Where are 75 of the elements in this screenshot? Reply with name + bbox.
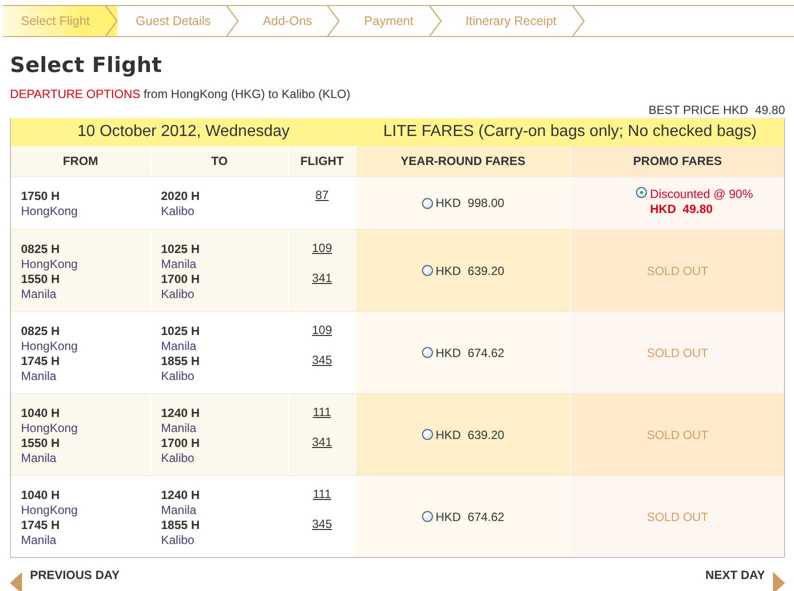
arrival-time: 2020 H [161,189,201,204]
arrival-time: 1855 H [161,518,201,533]
departure-city: HongKong [21,257,79,272]
route-text: DEPARTURE OPTIONS from HongKong (HKG) to Kalibo (KLO) [10,87,352,101]
flight-link[interactable]: 345 [312,517,332,531]
departure-time: 1550 H [21,436,61,451]
arrival-city: Manila [161,503,198,518]
departure-time: 1750 H [21,189,61,204]
departure-city: HongKong [21,421,79,436]
departure-city: Manila [21,369,58,384]
fare-heading: LITE FARES (Carry-on bags only; No checked bags) [382,123,758,141]
sold-out-label: SOLD OUT [646,510,708,524]
arrival-city: Kalibo [161,451,196,466]
departure-time: 1745 H [21,518,61,533]
arrival-time: 1700 H [161,436,201,451]
right-triangle-icon [773,572,785,591]
fare-radio[interactable] [636,187,647,198]
departure-city: HongKong [21,204,79,219]
date-heading: 10 October 2012, Wednesday [76,123,291,141]
fare-price: HKD 674.62 [436,346,504,360]
best-price: BEST PRICE HKD 49.80 [648,103,785,117]
flight-link[interactable]: 111 [312,405,332,419]
promo-price: HKD 49.80 [650,202,714,217]
fare-radio[interactable] [422,265,433,276]
column-header: PROMO FARES [571,146,784,176]
page-title: Select Flight [10,53,163,77]
arrival-city: Manila [161,421,198,436]
fare-radio[interactable] [422,198,433,208]
arrival-time: 1025 H [161,324,201,339]
column-header: TO [151,146,289,176]
departure-city: Manila [21,287,58,302]
arrival-time: 1700 H [161,272,201,287]
flight-link[interactable]: 87 [315,188,329,202]
departure-time: 1550 H [21,272,61,287]
flight-link[interactable]: 341 [312,271,332,285]
fare-price: HKD 639.20 [436,264,504,278]
left-triangle-icon [10,572,22,591]
fare-radio[interactable] [422,429,433,440]
fare-radio[interactable] [422,511,433,522]
departure-city: Manila [21,451,58,466]
arrival-city: Kalibo [161,204,196,219]
sold-out-label: SOLD OUT [646,428,708,442]
discount-label: Discounted @ 90% [650,187,753,202]
arrival-city: Kalibo [161,369,196,384]
next-day-link[interactable]: NEXT DAY [705,568,785,591]
departure-time: 1040 H [21,488,61,503]
departure-city: Manila [21,533,58,548]
sold-out-label: SOLD OUT [646,264,708,278]
fare-radio[interactable] [422,347,433,358]
fare-price: HKD 674.62 [436,510,504,524]
flight-link[interactable]: 111 [312,487,332,501]
arrival-time: 1855 H [161,354,201,369]
arrival-time: 1025 H [161,242,201,257]
arrival-time: 1240 H [161,488,201,503]
fare-price: HKD 998.00 [436,196,504,210]
arrival-city: Manila [161,257,198,272]
arrival-city: Kalibo [161,287,196,302]
departure-city: HongKong [21,503,79,518]
arrival-city: Manila [161,339,198,354]
departure-time: 0825 H [21,242,61,257]
sold-out-label: SOLD OUT [646,346,708,360]
departure-time: 1040 H [21,406,61,421]
departure-time: 1745 H [21,354,61,369]
arrival-city: Kalibo [161,533,196,548]
flight-link[interactable]: 341 [312,435,332,449]
flight-link[interactable]: 109 [312,241,332,255]
fare-price: HKD 639.20 [436,428,504,442]
departure-time: 0825 H [21,324,61,339]
arrival-time: 1240 H [161,406,201,421]
flight-link[interactable]: 109 [312,323,332,337]
previous-day-link[interactable]: PREVIOUS DAY [10,568,120,591]
flight-link[interactable]: 345 [312,353,332,367]
column-header: FROM [11,146,151,176]
departure-city: HongKong [21,339,79,354]
column-header: YEAR-ROUND FARES [356,146,571,176]
